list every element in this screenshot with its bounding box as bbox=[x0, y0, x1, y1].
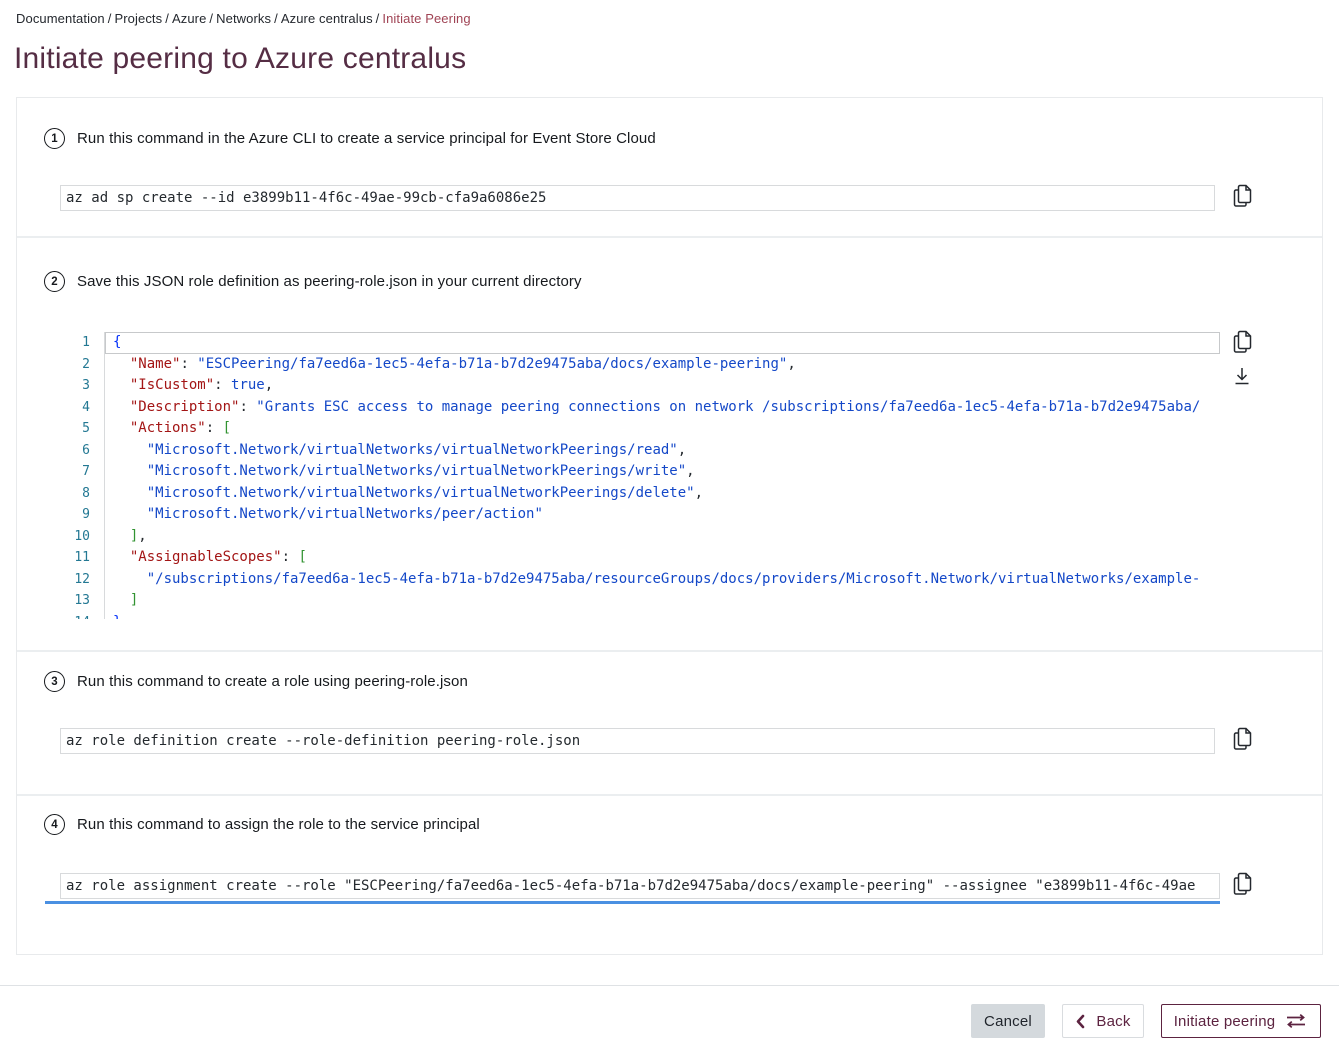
code-line-text: ] bbox=[105, 590, 1220, 612]
step-label: Run this command in the Azure CLI to cre… bbox=[77, 130, 656, 147]
code-line-text: "Description": "Grants ESC access to man… bbox=[105, 397, 1220, 419]
copy-button-step4[interactable] bbox=[1230, 872, 1254, 897]
code-line: 10 ], bbox=[60, 526, 1220, 548]
json-code-lines: 1{2 "Name": "ESCPeering/fa7eed6a-1ec5-4e… bbox=[60, 332, 1220, 619]
swap-arrows-icon bbox=[1284, 1013, 1308, 1029]
breadcrumb-item[interactable]: Documentation bbox=[16, 11, 105, 26]
code-line-text: ], bbox=[105, 526, 1220, 548]
code-line-text: "Microsoft.Network/virtualNetworks/peer/… bbox=[105, 504, 1220, 526]
step-label: Run this command to assign the role to t… bbox=[77, 816, 480, 833]
step-label: Run this command to create a role using … bbox=[77, 673, 468, 690]
horizontal-scrollbar[interactable] bbox=[45, 901, 1220, 904]
code-line: 9 "Microsoft.Network/virtualNetworks/pee… bbox=[60, 504, 1220, 526]
breadcrumb-separator: / bbox=[105, 11, 115, 26]
copy-button-json[interactable] bbox=[1230, 330, 1254, 355]
line-number: 13 bbox=[60, 590, 105, 612]
code-line-text: "AssignableScopes": [ bbox=[105, 547, 1220, 569]
code-line-text: "IsCustom": true, bbox=[105, 375, 1220, 397]
breadcrumb-separator: / bbox=[373, 11, 383, 26]
code-line: 14} bbox=[60, 612, 1220, 620]
copy-icon bbox=[1231, 329, 1254, 357]
code-line-text: "Microsoft.Network/virtualNetworks/virtu… bbox=[105, 440, 1220, 462]
breadcrumb-separator: / bbox=[206, 11, 216, 26]
chevron-left-icon bbox=[1075, 1014, 1085, 1029]
code-line: 7 "Microsoft.Network/virtualNetworks/vir… bbox=[60, 461, 1220, 483]
initiate-peering-button[interactable]: Initiate peering bbox=[1161, 1004, 1321, 1038]
cancel-button[interactable]: Cancel bbox=[971, 1004, 1045, 1038]
step-4-header: 4 Run this command to assign the role to… bbox=[44, 814, 480, 835]
code-line-text: "Actions": [ bbox=[105, 418, 1220, 440]
section-divider bbox=[17, 650, 1322, 652]
code-line: 11 "AssignableScopes": [ bbox=[60, 547, 1220, 569]
back-button[interactable]: Back bbox=[1062, 1004, 1144, 1038]
code-line-text: "/subscriptions/fa7eed6a-1ec5-4efa-b71a-… bbox=[105, 569, 1220, 591]
step-number-badge: 1 bbox=[44, 128, 65, 149]
line-number: 3 bbox=[60, 375, 105, 397]
line-number: 5 bbox=[60, 418, 105, 440]
line-number: 4 bbox=[60, 397, 105, 419]
copy-button-step3[interactable] bbox=[1230, 727, 1254, 752]
line-number: 10 bbox=[60, 526, 105, 548]
footer-actions: Cancel Back Initiate peering bbox=[971, 1004, 1321, 1038]
code-line-text: "Microsoft.Network/virtualNetworks/virtu… bbox=[105, 461, 1220, 483]
step-1-header: 1 Run this command in the Azure CLI to c… bbox=[44, 128, 656, 149]
copy-icon bbox=[1231, 183, 1254, 211]
initiate-peering-label: Initiate peering bbox=[1174, 1013, 1276, 1030]
breadcrumb-item[interactable]: Azure centralus bbox=[281, 11, 373, 26]
line-number: 9 bbox=[60, 504, 105, 526]
command-box-create-sp[interactable]: az ad sp create --id e3899b11-4f6c-49ae-… bbox=[60, 185, 1215, 211]
breadcrumb-item[interactable]: Azure bbox=[172, 11, 206, 26]
section-divider bbox=[17, 794, 1322, 796]
line-number: 7 bbox=[60, 461, 105, 483]
copy-button-step1[interactable] bbox=[1230, 184, 1254, 209]
code-line: 8 "Microsoft.Network/virtualNetworks/vir… bbox=[60, 483, 1220, 505]
step-label: Save this JSON role definition as peerin… bbox=[77, 273, 582, 290]
line-number: 1 bbox=[60, 332, 105, 354]
code-line: 13 ] bbox=[60, 590, 1220, 612]
code-line: 6 "Microsoft.Network/virtualNetworks/vir… bbox=[60, 440, 1220, 462]
code-line: 12 "/subscriptions/fa7eed6a-1ec5-4efa-b7… bbox=[60, 569, 1220, 591]
page: Documentation/Projects/Azure/Networks/Az… bbox=[0, 0, 1339, 1057]
download-icon bbox=[1231, 365, 1253, 391]
copy-icon bbox=[1231, 871, 1254, 899]
breadcrumb: Documentation/Projects/Azure/Networks/Az… bbox=[16, 11, 471, 26]
back-button-label: Back bbox=[1096, 1013, 1130, 1030]
code-line: 4 "Description": "Grants ESC access to m… bbox=[60, 397, 1220, 419]
code-line-text: } bbox=[105, 612, 1220, 620]
step-number-badge: 3 bbox=[44, 671, 65, 692]
download-button-json[interactable] bbox=[1230, 365, 1254, 390]
breadcrumb-item: Initiate Peering bbox=[382, 11, 470, 26]
line-number: 12 bbox=[60, 569, 105, 591]
code-line: 1{ bbox=[60, 332, 1220, 354]
line-number: 11 bbox=[60, 547, 105, 569]
code-line-text: { bbox=[105, 332, 1220, 354]
line-number: 6 bbox=[60, 440, 105, 462]
breadcrumb-separator: / bbox=[162, 11, 172, 26]
code-line: 3 "IsCustom": true, bbox=[60, 375, 1220, 397]
footer-divider bbox=[0, 985, 1339, 986]
page-title: Initiate peering to Azure centralus bbox=[14, 40, 466, 78]
line-number: 8 bbox=[60, 483, 105, 505]
step-2-header: 2 Save this JSON role definition as peer… bbox=[44, 271, 582, 292]
command-box-create-role[interactable]: az role definition create --role-definit… bbox=[60, 728, 1215, 754]
section-divider bbox=[17, 236, 1322, 238]
json-editor[interactable]: 1{2 "Name": "ESCPeering/fa7eed6a-1ec5-4e… bbox=[60, 332, 1220, 619]
content-card: 1 Run this command in the Azure CLI to c… bbox=[16, 97, 1323, 955]
code-line-text: "Name": "ESCPeering/fa7eed6a-1ec5-4efa-b… bbox=[105, 354, 1220, 376]
code-line: 5 "Actions": [ bbox=[60, 418, 1220, 440]
line-number: 2 bbox=[60, 354, 105, 376]
command-box-assign-role[interactable]: az role assignment create --role "ESCPee… bbox=[60, 873, 1220, 899]
copy-icon bbox=[1231, 726, 1254, 754]
breadcrumb-item[interactable]: Projects bbox=[114, 11, 162, 26]
breadcrumb-separator: / bbox=[271, 11, 281, 26]
step-number-badge: 2 bbox=[44, 271, 65, 292]
step-3-header: 3 Run this command to create a role usin… bbox=[44, 671, 468, 692]
line-number: 14 bbox=[60, 612, 105, 620]
code-line: 2 "Name": "ESCPeering/fa7eed6a-1ec5-4efa… bbox=[60, 354, 1220, 376]
code-line-text: "Microsoft.Network/virtualNetworks/virtu… bbox=[105, 483, 1220, 505]
step-number-badge: 4 bbox=[44, 814, 65, 835]
breadcrumb-item[interactable]: Networks bbox=[216, 11, 271, 26]
